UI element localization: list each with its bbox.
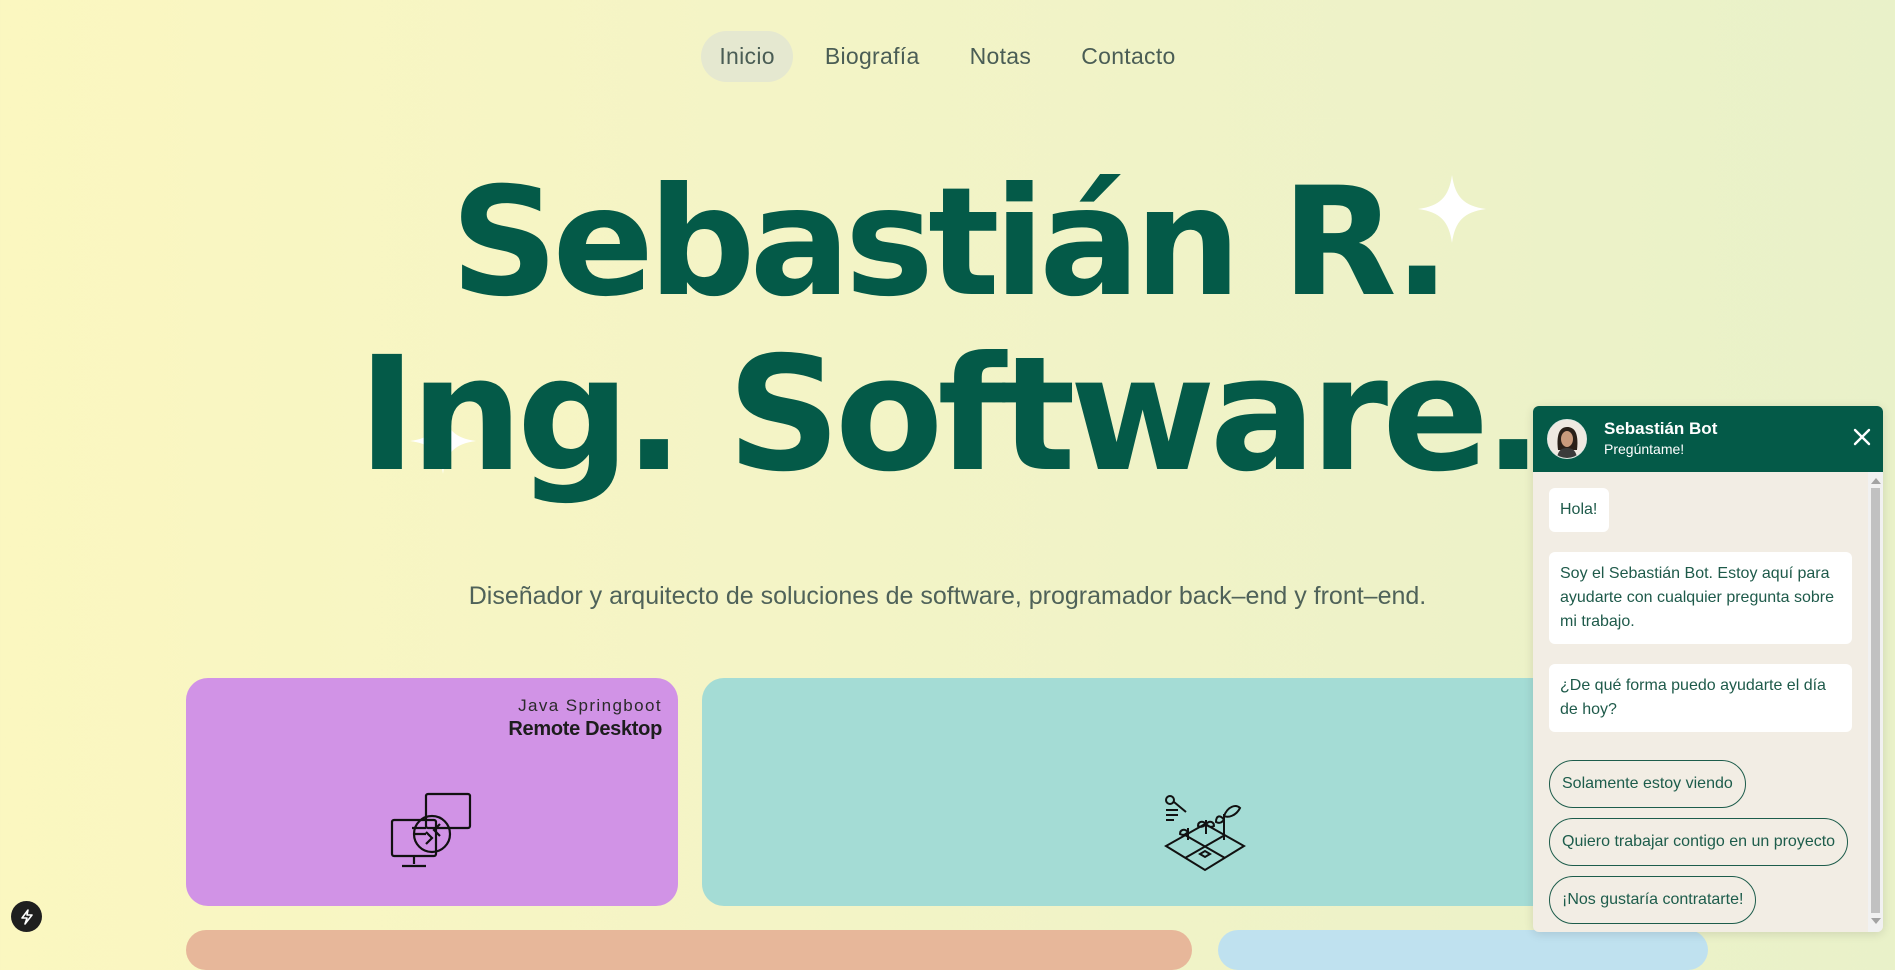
- scroll-thumb[interactable]: [1871, 488, 1880, 913]
- nav-item-inicio[interactable]: Inicio: [701, 31, 793, 82]
- nav-item-contacto[interactable]: Contacto: [1063, 31, 1193, 82]
- chat-option-hire[interactable]: ¡Nos gustaría contratarte!: [1549, 876, 1757, 924]
- hero-title-name: Sebastián R.: [450, 156, 1450, 330]
- avatar: [1547, 419, 1587, 459]
- project-card[interactable]: [186, 930, 1192, 970]
- chat-message: Hola!: [1549, 488, 1609, 532]
- chat-option-work-together[interactable]: Quiero trabajar contigo en un proyecto: [1549, 818, 1849, 866]
- chat-bot-subtitle: Pregúntame!: [1604, 441, 1685, 457]
- chat-bot-name: Sebastián Bot: [1604, 419, 1718, 438]
- project-card-remote-desktop[interactable]: Java Springboot Remote Desktop: [186, 678, 678, 906]
- remote-desktop-icon: [390, 792, 472, 868]
- project-card-smart-farm[interactable]: [702, 678, 1562, 906]
- chat-header: Sebastián Bot Pregúntame!: [1533, 406, 1883, 472]
- chat-message: ¿De qué forma puedo ayudarte el día de h…: [1549, 664, 1852, 732]
- nav-item-notas[interactable]: Notas: [952, 31, 1050, 82]
- chat-messages: Hola! Soy el Sebastián Bot. Estoy aquí p…: [1533, 472, 1868, 932]
- nav-item-biografia[interactable]: Biografía: [807, 31, 938, 82]
- close-icon[interactable]: [1850, 425, 1874, 449]
- smart-farm-icon: [1164, 795, 1246, 872]
- project-card[interactable]: [1218, 930, 1708, 970]
- lightning-icon: [20, 908, 33, 925]
- chat-widget: Sebastián Bot Pregúntame! Hola! Soy el S…: [1533, 406, 1883, 932]
- chat-option-just-looking[interactable]: Solamente estoy viendo: [1549, 760, 1746, 808]
- chat-scrollbar[interactable]: [1868, 472, 1883, 932]
- scroll-up-icon[interactable]: [1871, 478, 1881, 484]
- top-nav: Inicio Biografía Notas Contacto: [0, 31, 1895, 82]
- card-title: Remote Desktop: [508, 718, 662, 740]
- bolt-icon[interactable]: [11, 901, 42, 932]
- scroll-down-icon[interactable]: [1871, 918, 1881, 924]
- chat-message: Soy el Sebastián Bot. Estoy aquí para ay…: [1549, 552, 1852, 644]
- card-kicker: Java Springboot: [518, 696, 662, 715]
